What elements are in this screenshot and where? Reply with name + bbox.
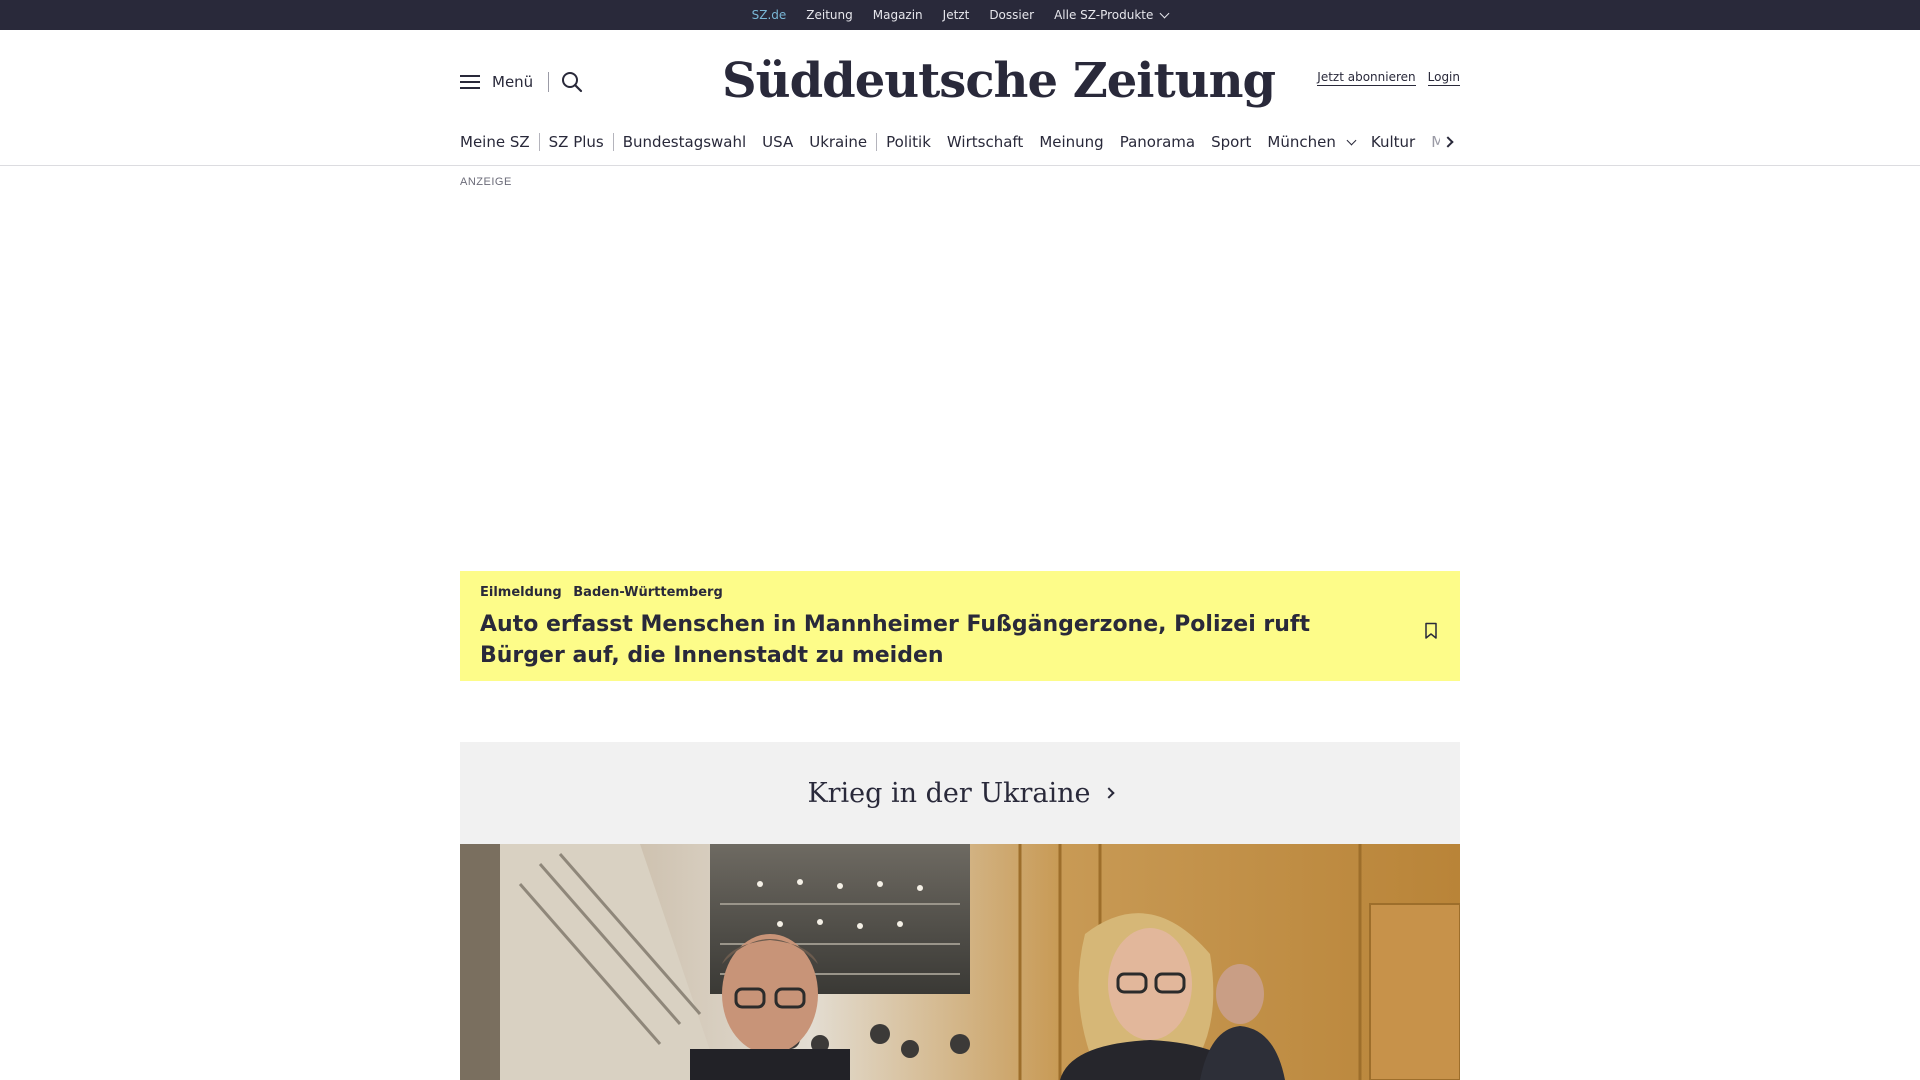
nav-item-muenchen-label: München	[1267, 133, 1336, 151]
breaking-news-meta: Eilmeldung Baden-Württemberg	[480, 585, 730, 600]
menu-label: Menü	[492, 73, 534, 91]
nav-item-meine-sz[interactable]: Meine SZ	[460, 133, 530, 151]
chevron-right-icon	[1102, 787, 1115, 799]
bookmark-icon[interactable]	[1423, 622, 1439, 640]
nav-item-usa[interactable]: USA	[762, 133, 793, 151]
topbar-link-alle-produkte-label: Alle SZ-Produkte	[1054, 8, 1154, 22]
menu-button[interactable]: Menü	[460, 70, 533, 94]
nav-item-wirtschaft[interactable]: Wirtschaft	[947, 133, 1023, 151]
nav-divider	[876, 133, 878, 151]
header-divider	[548, 72, 549, 92]
topbar-link-magazin[interactable]: Magazin	[873, 0, 923, 30]
section-title: Krieg in der Ukraine	[807, 777, 1091, 809]
nav-divider	[612, 133, 614, 151]
site-logo[interactable]: Süddeutsche Zeitung	[722, 44, 1276, 118]
topbar-link-dossier[interactable]: Dossier	[989, 0, 1034, 30]
nav-item-sport[interactable]: Sport	[1211, 133, 1251, 151]
topbar-link-zeitung[interactable]: Zeitung	[806, 0, 852, 30]
chevron-right-icon	[1442, 136, 1454, 148]
chevron-down-icon	[1346, 135, 1357, 145]
breaking-news-region: Baden-Württemberg	[573, 585, 723, 600]
nav-divider	[538, 133, 540, 151]
topbar-link-jetzt[interactable]: Jetzt	[943, 0, 970, 30]
chevron-down-icon	[1159, 8, 1170, 18]
account-links: Jetzt abonnieren Login	[1317, 70, 1460, 86]
main-navigation: Meine SZ SZ Plus Bundestagswahl USA Ukra…	[460, 126, 1460, 158]
section-header-ukraine[interactable]: Krieg in der Ukraine	[460, 742, 1460, 844]
topbar-link-alle-produkte[interactable]: Alle SZ-Produkte	[1054, 0, 1170, 30]
hero-photo[interactable]	[460, 844, 1460, 1080]
ad-label: ANZEIGE	[460, 176, 512, 188]
nav-item-politik[interactable]: Politik	[886, 133, 931, 151]
subscribe-link[interactable]: Jetzt abonnieren	[1317, 70, 1416, 86]
nav-item-bundestagswahl[interactable]: Bundestagswahl	[623, 133, 746, 151]
search-icon[interactable]	[561, 71, 583, 93]
breaking-news-teaser[interactable]: Eilmeldung Baden-Württemberg Auto erfass…	[460, 571, 1460, 681]
breaking-news-headline[interactable]: Auto erfasst Menschen in Mannheimer Fußg…	[480, 609, 1400, 671]
breaking-news-tag: Eilmeldung	[480, 585, 562, 600]
nav-item-kultur[interactable]: Kultur	[1371, 133, 1415, 151]
login-link[interactable]: Login	[1427, 70, 1460, 86]
nav-scroll-next[interactable]	[1440, 126, 1460, 158]
nav-item-sz-plus[interactable]: SZ Plus	[549, 133, 604, 151]
topbar-link-szde[interactable]: SZ.de	[752, 0, 786, 36]
nav-item-muenchen[interactable]: München	[1267, 133, 1357, 151]
hamburger-icon	[460, 74, 480, 90]
nav-item-meinung[interactable]: Meinung	[1039, 133, 1103, 151]
nav-item-ukraine[interactable]: Ukraine	[809, 133, 867, 151]
site-header: Menü Süddeutsche Zeitung Jetzt abonniere…	[0, 30, 1920, 166]
product-bar: SZ.de Zeitung Magazin Jetzt Dossier Alle…	[0, 0, 1920, 36]
nav-item-panorama[interactable]: Panorama	[1120, 133, 1195, 151]
